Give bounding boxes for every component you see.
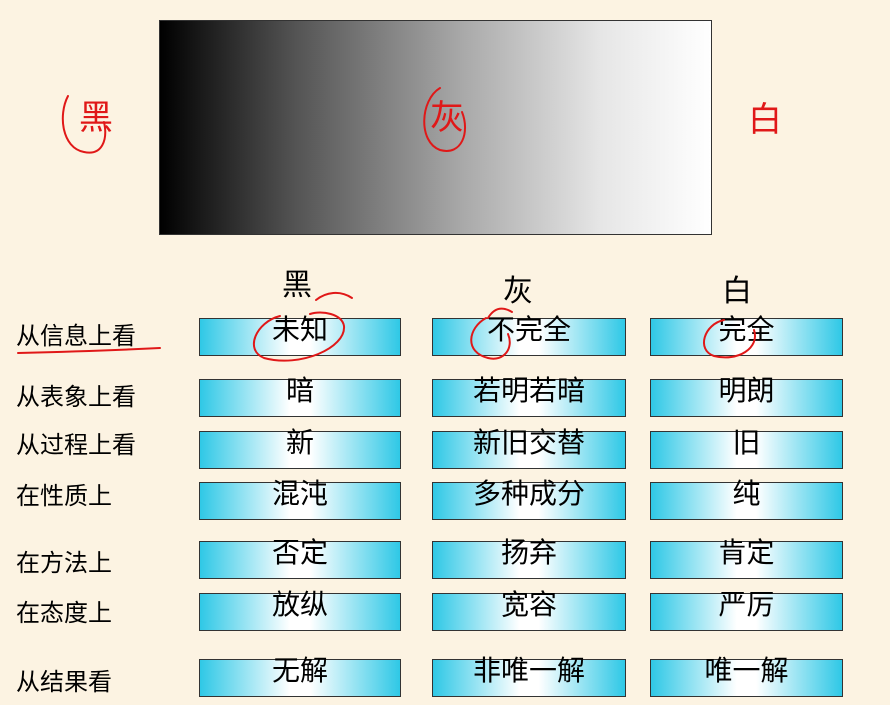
table-cell: 严厉 [650,588,843,631]
table-cell: 无解 [199,654,401,697]
table-cell: 新 [199,426,401,469]
table-cell: 多种成分 [432,477,626,520]
table-cell: 扬弃 [432,536,626,579]
table-cell: 非唯一解 [432,654,626,697]
table-cell: 旧 [650,426,843,469]
row-label-result: 从结果看 [16,668,112,696]
column-header-white: 白 [722,274,752,309]
column-header-gray: 灰 [503,274,533,309]
table-cell: 肯定 [650,536,843,579]
table-cell: 明朗 [650,374,843,417]
row-label-process: 从过程上看 [16,431,136,459]
table-cell: 纯 [650,477,843,520]
table-cell: 唯一解 [650,654,843,697]
table-cell: 暗 [199,374,401,417]
white-label: 白 [748,100,782,140]
row-label-appearance: 从表象上看 [16,383,136,411]
table-cell: 混沌 [199,477,401,520]
table-cell: 不完全 [432,313,626,356]
table-cell: 否定 [199,536,401,579]
row-label-method: 在方法上 [16,549,112,577]
gray-label: 灰 [430,98,464,138]
table-cell: 完全 [650,313,843,356]
table-cell: 新旧交替 [432,426,626,469]
row-label-information: 从信息上看 [16,322,136,350]
row-label-nature: 在性质上 [16,482,112,510]
black-label: 黑 [79,98,113,138]
table-cell: 宽容 [432,588,626,631]
table-cell: 放纵 [199,588,401,631]
table-cell: 若明若暗 [432,374,626,417]
column-header-black: 黑 [282,268,312,303]
row-label-attitude: 在态度上 [16,599,112,627]
table-cell: 未知 [199,313,401,356]
